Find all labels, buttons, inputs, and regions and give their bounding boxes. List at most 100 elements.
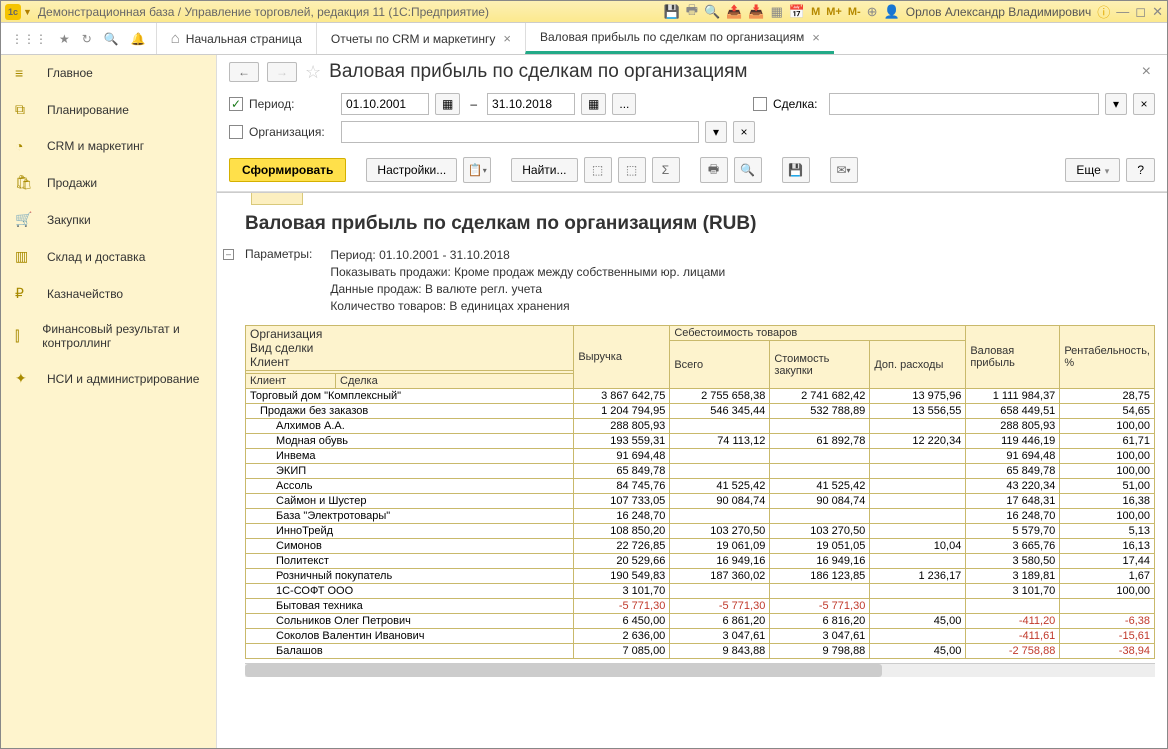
profile-icon[interactable]: 👤 — [884, 4, 900, 20]
tab-crm-reports[interactable]: Отчеты по CRM и маркетингу× — [316, 23, 525, 54]
sidebar-item-2[interactable]: ◔CRM и маркетинг — [1, 128, 216, 164]
period-checkbox[interactable]: ✓ — [229, 97, 243, 111]
close-window-icon[interactable]: ✕ — [1152, 4, 1163, 20]
sidebar-item-7[interactable]: ⫿Финансовый результат и контроллинг — [1, 312, 216, 360]
close-icon[interactable]: × — [503, 31, 511, 46]
preview-icon[interactable]: 🔍 — [704, 4, 720, 20]
nav-forward-button[interactable]: → — [267, 62, 297, 82]
table-row[interactable]: Торговый дом "Комплексный"3 867 642,752 … — [246, 389, 1155, 404]
table-row[interactable]: Бытовая техника-5 771,30-5 771,30-5 771,… — [246, 599, 1155, 614]
table-row[interactable]: Модная обувь193 559,3174 113,1261 892,78… — [246, 434, 1155, 449]
date-from-input[interactable] — [341, 93, 429, 115]
sidebar-item-4[interactable]: 🛒Закупки — [1, 201, 216, 238]
date-to-picker-icon[interactable]: ▦ — [581, 93, 606, 115]
sidebar-item-6[interactable]: ₽Казначейство — [1, 275, 216, 312]
email-button[interactable]: ✉▾ — [830, 157, 858, 183]
preview-button[interactable]: 🔍 — [734, 157, 762, 183]
col-org[interactable]: ОрганизацияВид сделкиКлиент — [246, 326, 574, 371]
table-row[interactable]: 1С-СОФТ ООО3 101,703 101,70100,00 — [246, 584, 1155, 599]
table-row[interactable]: База "Электротовары"16 248,7016 248,7010… — [246, 509, 1155, 524]
table-row[interactable]: Продажи без заказов1 204 794,95546 345,4… — [246, 404, 1155, 419]
tab-gross-profit[interactable]: Валовая прибыль по сделкам по организаци… — [525, 23, 834, 54]
m-button[interactable]: M — [811, 6, 820, 18]
table-row[interactable]: Розничный покупатель190 549,83187 360,02… — [246, 569, 1155, 584]
sidebar-item-8[interactable]: ✦НСИ и администрирование — [1, 360, 216, 397]
collapse-button[interactable]: ⬚ — [618, 157, 646, 183]
search-icon[interactable]: 🔍 — [104, 32, 119, 46]
table-row[interactable]: Алхимов А.А.288 805,93288 805,93100,00 — [246, 419, 1155, 434]
org-input[interactable] — [341, 121, 699, 143]
settings-button[interactable]: Настройки... — [366, 158, 457, 182]
user-name[interactable]: Орлов Александр Владимирович — [906, 5, 1092, 19]
receive-icon[interactable]: 📥 — [748, 4, 764, 20]
table-row[interactable]: Сольников Олег Петрович6 450,006 861,206… — [246, 614, 1155, 629]
expand-button[interactable]: ⬚ — [584, 157, 612, 183]
period-ellipsis-button[interactable]: ... — [612, 93, 636, 115]
col-total[interactable]: Всего — [670, 341, 770, 389]
generate-button[interactable]: Сформировать — [229, 158, 346, 182]
sidebar-item-1[interactable]: ⧉Планирование — [1, 91, 216, 128]
table-row[interactable]: ЭКИП65 849,7865 849,78100,00 — [246, 464, 1155, 479]
sidebar-item-5[interactable]: ▥Склад и доставка — [1, 238, 216, 275]
col-extra[interactable]: Доп. расходы — [870, 341, 966, 389]
find-button[interactable]: Найти... — [511, 158, 577, 182]
deal-dropdown-icon[interactable]: ▾ — [1105, 93, 1127, 115]
mminus-button[interactable]: M- — [848, 6, 861, 18]
date-to-input[interactable] — [487, 93, 575, 115]
nav-back-button[interactable]: ← — [229, 62, 259, 82]
col-revenue[interactable]: Выручка — [574, 326, 670, 389]
bell-icon[interactable]: 🔔 — [131, 32, 146, 46]
info-icon[interactable]: ⓘ — [1097, 2, 1110, 21]
table-row[interactable]: Политекст20 529,6616 949,1616 949,163 58… — [246, 554, 1155, 569]
more-button[interactable]: Еще▾ — [1065, 158, 1120, 182]
table-row[interactable]: Соколов Валентин Иванович2 636,003 047,6… — [246, 629, 1155, 644]
tab-home[interactable]: Начальная страница — [156, 23, 316, 54]
grid-icon[interactable]: ▦ — [771, 4, 783, 20]
print-icon[interactable]: 🖶 — [686, 1, 698, 23]
sum-button[interactable]: Σ — [652, 157, 680, 183]
zoom-icon[interactable]: ⊕ — [867, 4, 878, 20]
print-button[interactable]: 🖶 — [700, 157, 728, 183]
star-icon[interactable]: ☆ — [305, 62, 321, 83]
col-client[interactable]: Клиент — [246, 374, 336, 389]
apps-icon[interactable]: ⋮⋮⋮ — [11, 32, 47, 46]
sidebar-item-0[interactable]: ≡Главное — [1, 55, 216, 91]
send-icon[interactable]: 📤 — [726, 4, 742, 20]
mplus-button[interactable]: M+ — [826, 6, 842, 18]
col-deal[interactable]: Сделка — [336, 374, 574, 389]
date-from-picker-icon[interactable]: ▦ — [435, 93, 460, 115]
save-icon[interactable]: 💾 — [664, 4, 680, 20]
col-purchase[interactable]: Стоимость закупки — [770, 341, 870, 389]
table-row[interactable]: Симонов22 726,8519 061,0919 051,0510,043… — [246, 539, 1155, 554]
col-cost-group[interactable]: Себестоимость товаров — [670, 326, 966, 341]
maximize-icon[interactable]: ◻ — [1135, 4, 1146, 20]
save-disk-button[interactable]: 💾 — [782, 157, 810, 183]
report-area[interactable]: – Валовая прибыль по сделкам по организа… — [217, 192, 1167, 748]
calendar-icon[interactable]: 📅 — [789, 4, 805, 20]
col-gross[interactable]: Валовая прибыль — [966, 326, 1060, 389]
favorite-icon[interactable]: ★ — [59, 32, 70, 46]
deal-clear-icon[interactable]: × — [1133, 93, 1155, 115]
table-row[interactable]: Балашов7 085,009 843,889 798,8845,00-2 7… — [246, 644, 1155, 659]
table-row[interactable]: Саймон и Шустер107 733,0590 084,7490 084… — [246, 494, 1155, 509]
history-icon[interactable]: ↻ — [82, 32, 92, 46]
org-clear-icon[interactable]: × — [733, 121, 755, 143]
minimize-icon[interactable]: — — [1116, 4, 1129, 19]
table-row[interactable]: ИнноТрейд108 850,20103 270,50103 270,505… — [246, 524, 1155, 539]
org-checkbox[interactable] — [229, 125, 243, 139]
table-row[interactable]: Ассоль84 745,7641 525,4241 525,4243 220,… — [246, 479, 1155, 494]
table-row[interactable]: Инвема91 694,4891 694,48100,00 — [246, 449, 1155, 464]
sidebar-item-3[interactable]: 🛍Продажи — [1, 164, 216, 201]
deal-input[interactable] — [829, 93, 1099, 115]
close-page-icon[interactable]: × — [1142, 63, 1155, 81]
org-dropdown-icon[interactable]: ▾ — [705, 121, 727, 143]
help-button[interactable]: ? — [1126, 158, 1155, 182]
collapse-node-icon[interactable]: – — [223, 249, 234, 260]
dropdown-icon[interactable]: ▼ — [23, 7, 32, 17]
horizontal-scrollbar[interactable] — [245, 663, 1155, 677]
deal-checkbox[interactable] — [753, 97, 767, 111]
col-rent[interactable]: Рентабельность, % — [1060, 326, 1155, 389]
sheet-tab[interactable] — [251, 193, 303, 205]
close-icon[interactable]: × — [812, 30, 820, 45]
copy-button[interactable]: 📋▾ — [463, 157, 491, 183]
